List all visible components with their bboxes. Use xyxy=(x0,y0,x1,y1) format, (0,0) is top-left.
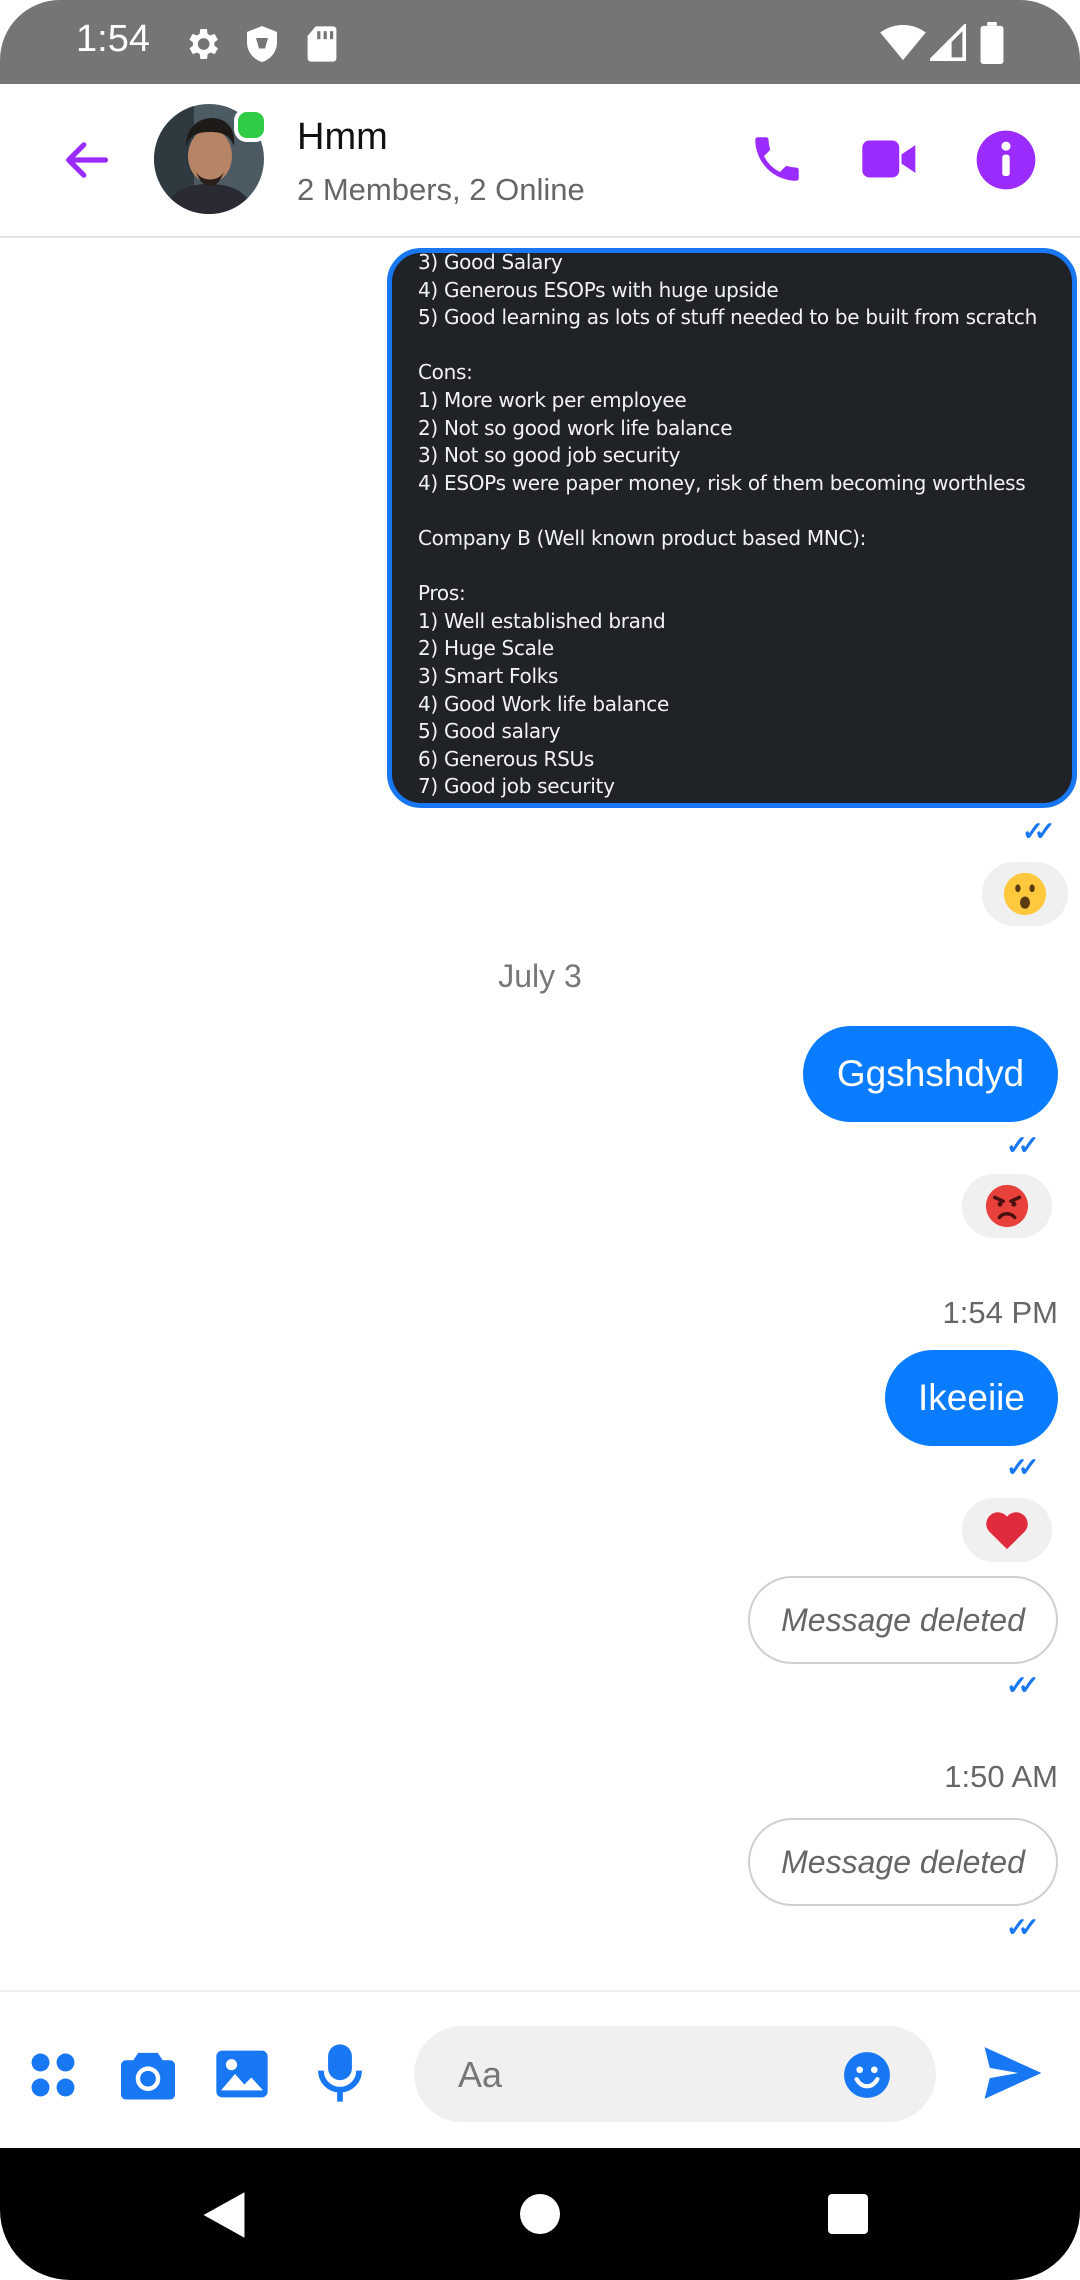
message-input-placeholder: Aa xyxy=(458,2054,503,2095)
send-icon[interactable] xyxy=(982,2044,1044,2102)
gear-icon xyxy=(189,29,218,59)
info-icon[interactable] xyxy=(974,128,1038,192)
red-heart-icon xyxy=(986,1512,1028,1550)
wifi-icon xyxy=(880,24,926,61)
deleted-message[interactable]: Message deleted xyxy=(748,1818,1058,1906)
apps-icon[interactable] xyxy=(28,2050,78,2100)
online-indicator xyxy=(234,108,268,142)
message-timestamp: 1:50 AM xyxy=(944,1759,1058,1794)
image-message-text: 3) Good Salary 4) Generous ESOPs with hu… xyxy=(418,250,1037,799)
gallery-icon[interactable] xyxy=(214,2046,270,2102)
read-receipt-icon: ✓✓ xyxy=(1006,1130,1039,1160)
back-arrow-icon[interactable] xyxy=(60,134,112,186)
message-input[interactable]: Aa xyxy=(414,2026,936,2122)
chat-title[interactable]: Hmm xyxy=(297,116,388,159)
battery-icon xyxy=(980,22,1004,64)
read-receipt-icon: ✓✓ xyxy=(1006,1452,1039,1482)
recents-square-icon[interactable] xyxy=(828,2194,868,2234)
phone-icon[interactable] xyxy=(748,130,806,188)
message-composer: Aa xyxy=(0,1990,1080,2150)
message-timestamp: 1:54 PM xyxy=(942,1295,1058,1330)
shield-icon xyxy=(247,26,277,62)
status-bar: 1:54 xyxy=(0,0,1080,84)
microphone-icon[interactable] xyxy=(314,2042,366,2104)
video-camera-icon[interactable] xyxy=(860,132,920,186)
chat-header: Hmm 2 Members, 2 Online xyxy=(0,84,1080,238)
emoji-icon[interactable] xyxy=(842,2050,892,2100)
deleted-message[interactable]: Message deleted xyxy=(748,1576,1058,1664)
read-receipt-icon: ✓✓ xyxy=(1006,1912,1039,1942)
cell-signal-icon xyxy=(930,24,966,61)
status-time: 1:54 xyxy=(76,18,150,60)
reaction-angry[interactable] xyxy=(962,1174,1052,1238)
read-receipt-icon: ✓✓ xyxy=(1022,816,1055,846)
reaction-heart[interactable] xyxy=(962,1498,1052,1562)
surprised-face-icon xyxy=(1003,872,1047,916)
outgoing-message[interactable]: Ikeeiie xyxy=(885,1350,1058,1446)
angry-face-icon xyxy=(985,1184,1029,1228)
outgoing-message[interactable]: Ggshshdyd xyxy=(803,1026,1058,1122)
camera-icon[interactable] xyxy=(118,2048,178,2102)
home-circle-icon[interactable] xyxy=(520,2194,560,2234)
read-receipt-icon: ✓✓ xyxy=(1006,1670,1039,1700)
member-status: 2 Members, 2 Online xyxy=(297,172,585,207)
sd-card-icon xyxy=(307,26,337,62)
reaction-surprised[interactable] xyxy=(982,862,1068,926)
system-nav-bar xyxy=(0,2148,1080,2280)
date-separator: July 3 xyxy=(498,958,582,994)
back-triangle-icon[interactable] xyxy=(200,2190,248,2240)
image-message[interactable]: 3) Good Salary 4) Generous ESOPs with hu… xyxy=(387,248,1077,808)
